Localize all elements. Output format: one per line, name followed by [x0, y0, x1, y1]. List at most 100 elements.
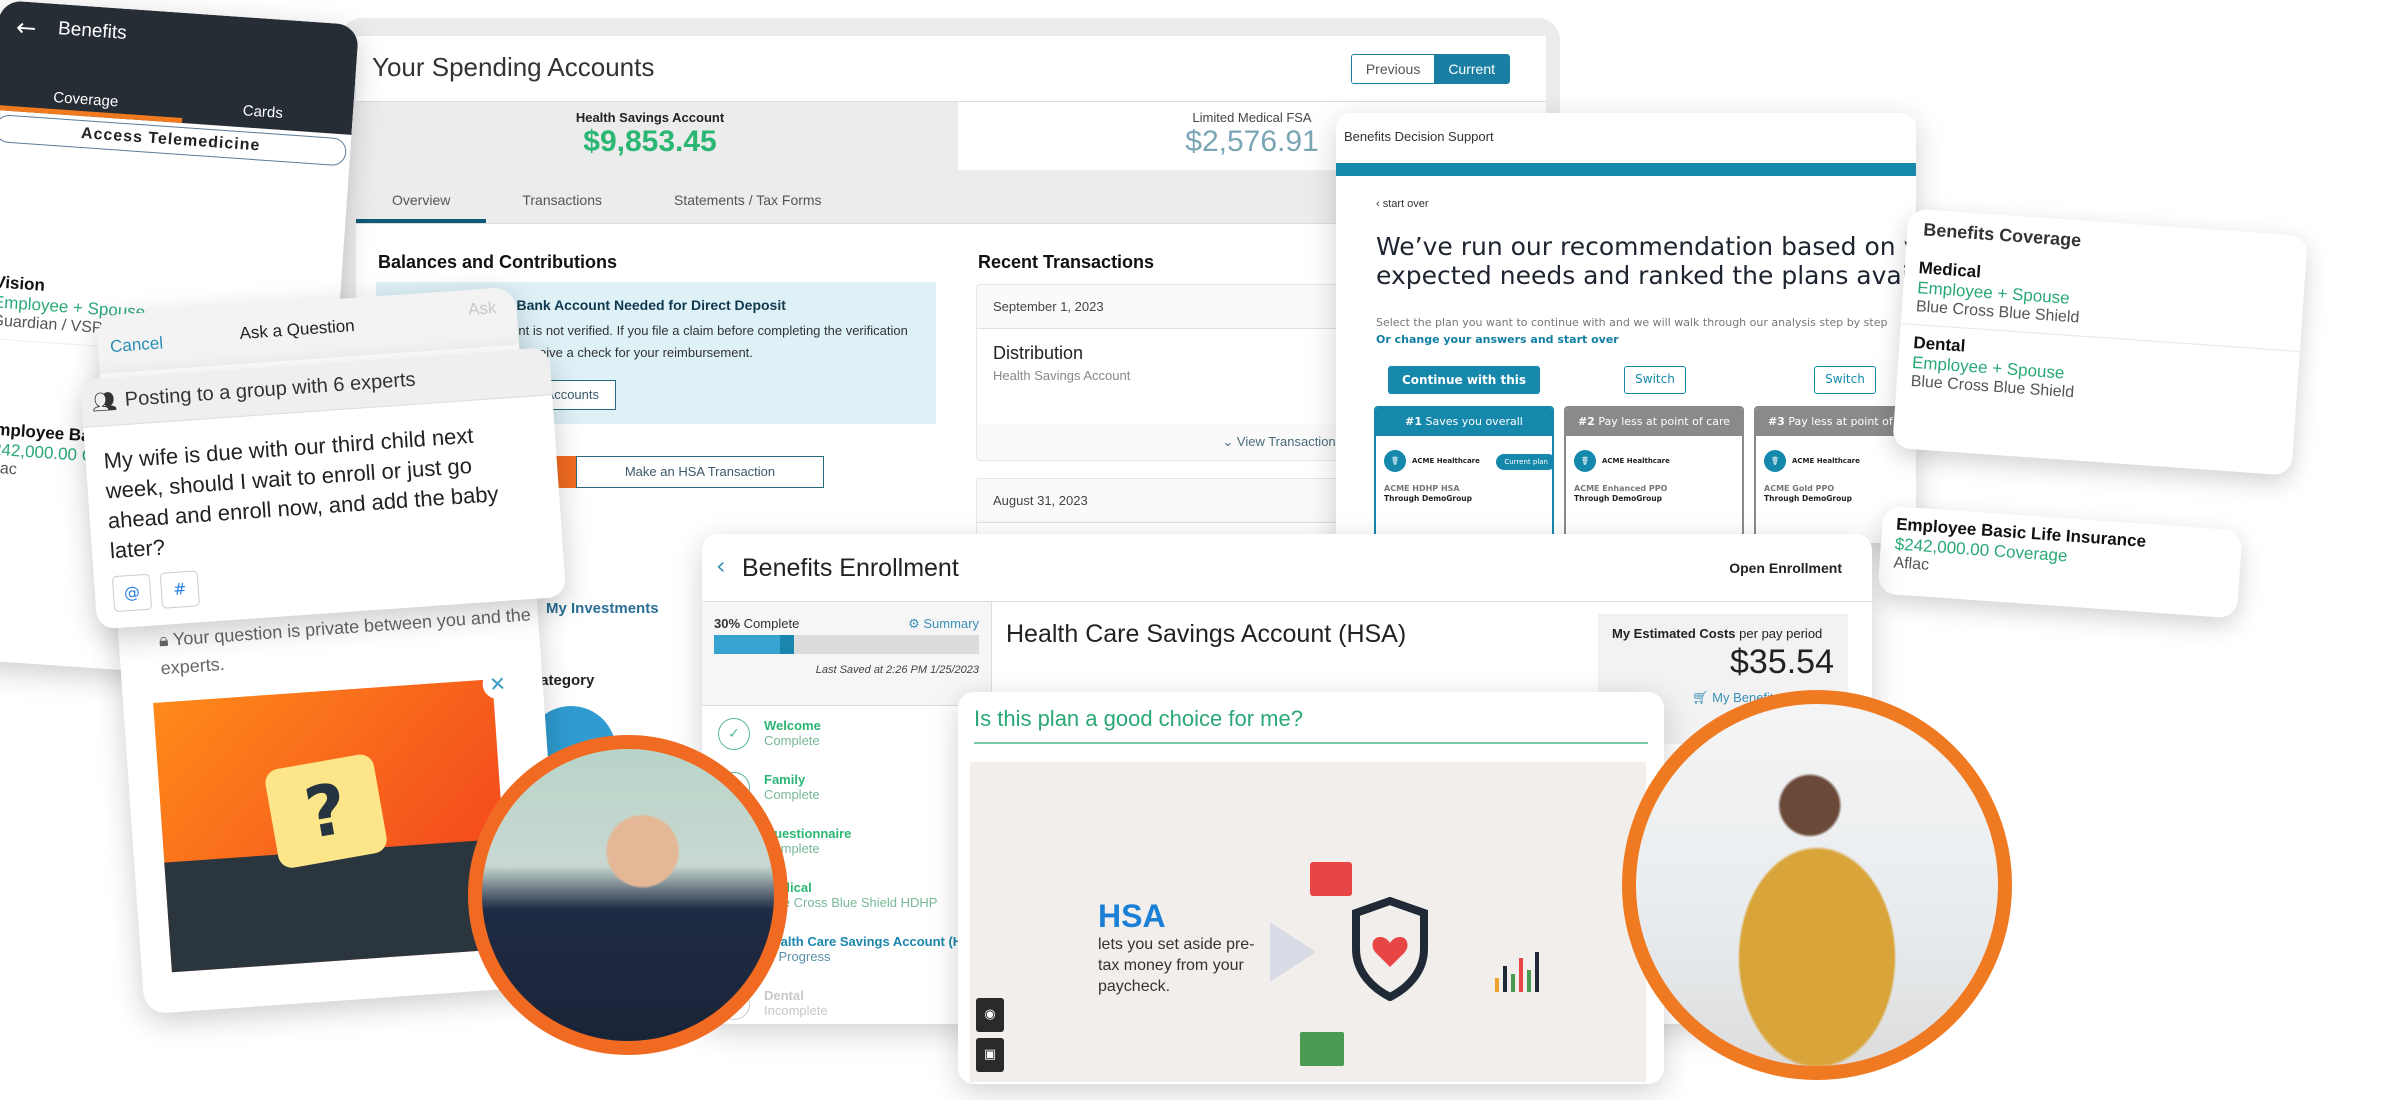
posting-to-text: Posting to a group with 6 experts [124, 368, 417, 411]
chevron-left-icon: ‹ [1376, 198, 1383, 210]
start-over-link[interactable]: ‹ start over [1376, 198, 1916, 210]
caduceus-icon: ☤ [1384, 450, 1406, 472]
carrier-name: ACME Healthcare [1412, 456, 1480, 465]
decision-support-panel: Benefits Decision Support ‹ start over W… [1336, 113, 1916, 543]
play-icon[interactable] [1270, 922, 1316, 982]
plan-card-2[interactable]: #2 Pay less at point of care ☤ ACME Healt… [1564, 406, 1744, 543]
summary-link[interactable]: ⚙︎ Summary [908, 616, 979, 632]
recent-transactions-title: Recent Transactions [978, 252, 1155, 272]
tab-cards[interactable]: Cards [242, 102, 283, 122]
step-status: Complete [764, 733, 820, 748]
check-circle-icon: ✓ [718, 718, 750, 750]
progress-fill [714, 635, 794, 654]
page-title: Your Spending Accounts [372, 52, 655, 82]
plan-rank-header: #1 Saves you overall [1376, 408, 1552, 436]
cancel-button[interactable]: Cancel [110, 333, 164, 357]
video-player[interactable]: HSA lets you set aside pre-tax money fro… [970, 762, 1646, 1082]
caption-icon[interactable]: ▣ [976, 1038, 1004, 1072]
step-status: Blue Cross Blue Shield HDHP [764, 895, 938, 910]
last-saved: Last Saved at 2:26 PM 1/25/2023 [815, 664, 979, 676]
switch-button[interactable]: Switch [1814, 366, 1876, 394]
transaction-name: Distribution [993, 343, 1084, 363]
hashtag-button[interactable]: # [159, 570, 201, 609]
question-bubble-icon: ? [263, 752, 389, 870]
step-name: Health Care Savings Account (HSA) [764, 934, 985, 949]
step-status: Complete [764, 787, 820, 802]
plan-through: Through DemoGroup [1574, 494, 1662, 503]
plan-tagline: Saves you overall [1425, 415, 1523, 428]
step-status: Complete [764, 841, 820, 856]
chevron-down-icon: ⌄ [1222, 434, 1237, 449]
plan-title: Health Care Savings Account (HSA) [1006, 620, 1407, 648]
progress-section: 30% Complete ⚙︎ Summary Last Saved at 2:… [702, 602, 991, 706]
plan-actions: Continue with this plan Switch Switch [1336, 366, 1916, 415]
plan-choice-video-card: Is this plan a good choice for me? HSA l… [958, 692, 1664, 1084]
caduceus-icon: ☤ [1764, 450, 1786, 472]
choice-title: Is this plan a good choice for me? [974, 706, 1303, 731]
summary-label: Summary [923, 616, 979, 631]
view-transaction-details-link[interactable]: ⌄ View Transaction Details [977, 424, 1395, 460]
step-name: Family [764, 772, 806, 787]
costs-label: My Estimated Costs per pay period [1612, 626, 1834, 641]
plan-card-1[interactable]: #1 Saves you overall ☤ ACME Healthcare Cu… [1374, 406, 1554, 543]
switch-button[interactable]: Switch [1624, 366, 1686, 394]
continue-with-plan-button[interactable]: Continue with this plan [1388, 366, 1540, 415]
tab-transactions[interactable]: Transactions [486, 180, 638, 223]
costs-label-rest: per pay period [1739, 626, 1823, 641]
back-arrow-icon[interactable]: ← [15, 13, 37, 42]
plan-rank-header: #3 Pay less at point of care [1756, 408, 1916, 436]
caduceus-icon: ☤ [1574, 450, 1596, 472]
start-over-label: start over [1382, 198, 1429, 210]
costs-label-bold: My Estimated Costs [1612, 626, 1736, 641]
ask-promo-image: ? [153, 679, 512, 973]
transaction-card[interactable]: September 1, 2023 Distribution Health Sa… [976, 284, 1396, 461]
account-card-hsa[interactable]: Health Savings Account $9,853.45 [356, 102, 944, 180]
make-hsa-transaction-button[interactable]: Make an HSA Transaction [576, 456, 824, 488]
man-with-phone-photo [468, 735, 788, 1055]
mention-button[interactable]: @ [111, 573, 153, 613]
progress-bar [1336, 163, 1916, 176]
transaction-date: September 1, 2023 [977, 285, 1395, 329]
plan-name: ACME HDHP HSA [1384, 484, 1460, 493]
progress-bar [714, 635, 979, 654]
account-label: Health Savings Account [575, 110, 725, 125]
enrollment-step[interactable]: ✓ Welcome Complete [702, 706, 991, 760]
plan-through: Through DemoGroup [1384, 494, 1472, 503]
group-icon: 👥︎ [90, 390, 118, 415]
back-chevron-icon[interactable]: ‹ [716, 552, 726, 580]
ask-title: Ask a Question [238, 316, 356, 344]
coverage-item-life: Employee Basic Life Insurance $242,000.0… [1878, 506, 2242, 605]
life-insurance-card[interactable]: Employee Basic Life Insurance $242,000.0… [1877, 505, 2243, 619]
plan-tagline: Pay less at point of care [1598, 415, 1731, 428]
cart-icon: 🛒︎ [1692, 690, 1713, 705]
tab-coverage[interactable]: Coverage [53, 89, 119, 110]
plan-name: ACME Enhanced PPO [1574, 484, 1668, 493]
previous-button[interactable]: Previous [1351, 55, 1435, 83]
tab-overview[interactable]: Overview [356, 180, 487, 223]
mobile-title: Benefits [57, 18, 128, 44]
eye-icon[interactable]: ◉ [976, 998, 1004, 1032]
current-button[interactable]: Current [1434, 55, 1509, 83]
enrollment-title: Benefits Enrollment [742, 554, 959, 582]
ask-submit-button[interactable]: Ask [467, 298, 497, 320]
current-plan-badge: Current plan [1496, 454, 1552, 470]
tab-statements[interactable]: Statements / Tax Forms [638, 180, 858, 223]
period-toggle: Previous Current [1350, 54, 1510, 84]
gear-icon: ⚙︎ [908, 616, 924, 631]
step-name: Questionnaire [764, 826, 852, 841]
step-name: Welcome [764, 718, 821, 733]
wallet-icon [1310, 862, 1352, 896]
heading-line: We’ve run our recommendation based on yo… [1376, 232, 1916, 261]
transaction-date: August 31, 2023 [977, 479, 1395, 523]
cash-stack-icon [1300, 1032, 1344, 1066]
open-enrollment-label: Open Enrollment [1729, 560, 1842, 576]
plan-rank-header: #2 Pay less at point of care [1566, 408, 1742, 436]
decision-support-title: Benefits Decision Support [1344, 129, 1494, 144]
my-investments-link[interactable]: My Investments [546, 600, 659, 617]
shield-heart-icon [1352, 897, 1428, 1001]
step-name: Dental [764, 988, 804, 1003]
step-status: Incomplete [764, 1003, 828, 1018]
change-answers-link[interactable]: Or change your answers and start over [1376, 333, 1916, 346]
progress-suffix: Complete [743, 616, 800, 631]
costs-value: $35.54 [1730, 643, 1834, 681]
